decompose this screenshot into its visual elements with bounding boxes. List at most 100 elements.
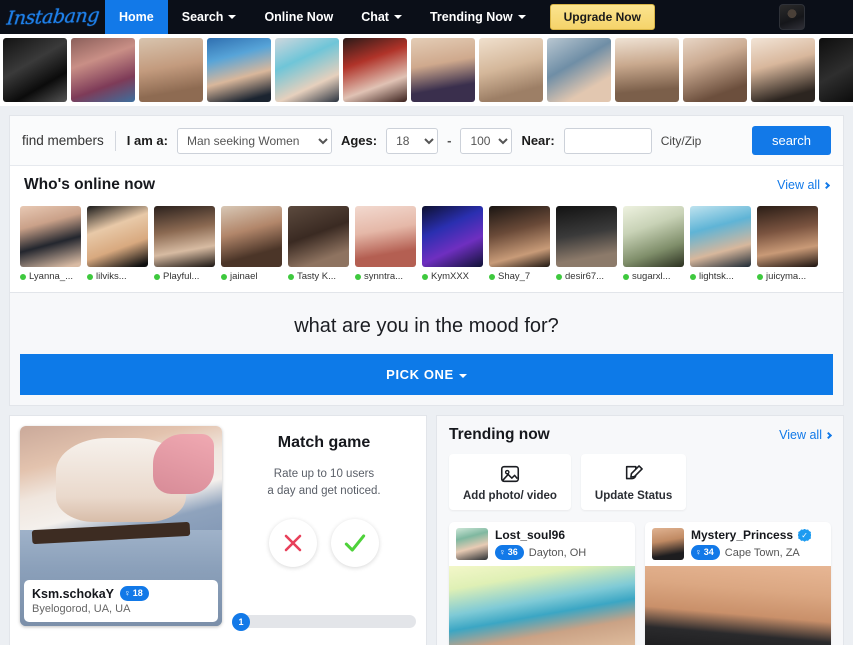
online-user-photo[interactable] xyxy=(623,206,684,267)
nav-menu: Home Search Online Now Chat Trending Now xyxy=(105,0,540,34)
online-user-photo[interactable] xyxy=(288,206,349,267)
online-user-photo[interactable] xyxy=(757,206,818,267)
strip-thumbnail[interactable] xyxy=(547,38,611,102)
online-view-all-link[interactable]: View all xyxy=(777,178,831,192)
strip-thumbnail[interactable] xyxy=(819,38,853,102)
online-user-photo[interactable] xyxy=(422,206,483,267)
match-progress-bar[interactable]: 1 xyxy=(232,613,416,631)
update-status-button[interactable]: Update Status xyxy=(580,454,687,510)
online-user-name-row: Shay_7 xyxy=(489,271,550,282)
online-user-cell[interactable]: juicyma... xyxy=(757,206,818,282)
trending-age-badge: ♀ 34 xyxy=(691,545,720,560)
match-profile-location: Byelogorod, UA, UA xyxy=(32,603,131,615)
add-photo-video-label: Add photo/ video xyxy=(463,490,557,502)
online-user-photo[interactable] xyxy=(355,206,416,267)
site-logo[interactable]: Instabang xyxy=(0,0,105,34)
nav-item-home[interactable]: Home xyxy=(105,0,168,34)
online-user-photo[interactable] xyxy=(154,206,215,267)
trending-card-name-row: Lost_soul96 xyxy=(495,528,586,542)
pick-one-label: PICK ONE xyxy=(386,367,454,382)
online-user-cell[interactable]: lilviks... xyxy=(87,206,148,282)
online-user-name-row: Tasty K... xyxy=(288,271,349,282)
match-profile-card[interactable]: Ksm.schokaY ♀ 18 Byelogorod, UA, UA xyxy=(20,426,222,626)
trending-card-meta: ♀ 34 Cape Town, ZA xyxy=(691,545,811,560)
online-user-photo[interactable] xyxy=(87,206,148,267)
user-avatar[interactable] xyxy=(779,4,805,30)
online-user-cell[interactable]: desir67... xyxy=(556,206,617,282)
near-input[interactable] xyxy=(563,127,652,154)
strip-thumbnail[interactable] xyxy=(615,38,679,102)
search-panel: find members I am a: Man seeking WomenWo… xyxy=(9,115,844,293)
strip-thumbnail[interactable] xyxy=(479,38,543,102)
card-image-layer-2 xyxy=(153,434,214,494)
nav-item-online-now[interactable]: Online Now xyxy=(250,0,347,34)
trending-card-info: Lost_soul96 ♀ 36 Dayton, OH xyxy=(495,528,586,560)
seeking-select[interactable]: Man seeking WomenWoman seeking MenMan se… xyxy=(176,127,332,154)
strip-thumbnail[interactable] xyxy=(751,38,815,102)
online-user-name-row: synntra... xyxy=(355,271,416,282)
divider xyxy=(114,130,116,151)
online-user-cell[interactable]: sugarxl... xyxy=(623,206,684,282)
match-game-panel: Ksm.schokaY ♀ 18 Byelogorod, UA, UA Matc… xyxy=(9,415,427,645)
online-status-dot xyxy=(154,273,160,280)
search-button[interactable]: search xyxy=(751,126,831,155)
online-user-cell[interactable]: Playful... xyxy=(154,206,215,282)
online-user-photo[interactable] xyxy=(556,206,617,267)
online-status-dot xyxy=(221,273,227,280)
online-user-name-row: Playful... xyxy=(154,271,215,282)
strip-thumbnail[interactable] xyxy=(139,38,203,102)
match-subtitle-line2: a day and get noticed. xyxy=(267,484,381,497)
online-user-name: sugarxl... xyxy=(632,271,671,282)
trending-card-photo[interactable] xyxy=(645,566,831,645)
chevron-right-icon xyxy=(824,431,833,439)
strip-thumbnail[interactable] xyxy=(411,38,475,102)
nav-item-search[interactable]: Search xyxy=(168,0,251,34)
age-max-select[interactable]: 30406080100 xyxy=(460,127,513,154)
image-icon xyxy=(500,465,519,483)
online-user-photo[interactable] xyxy=(489,206,550,267)
online-user-name: jainael xyxy=(230,271,258,282)
strip-thumbnail[interactable] xyxy=(207,38,271,102)
nav-item-trending-now[interactable]: Trending Now xyxy=(416,0,540,34)
online-user-photo[interactable] xyxy=(690,206,751,267)
trending-card-avatar[interactable] xyxy=(652,528,684,560)
trending-card[interactable]: Lost_soul96 ♀ 36 Dayton, OH xyxy=(449,522,635,645)
online-user-photo[interactable] xyxy=(221,206,282,267)
online-user-cell[interactable]: synntra... xyxy=(355,206,416,282)
strip-thumbnail[interactable] xyxy=(275,38,339,102)
online-user-cell[interactable]: jainael xyxy=(221,206,282,282)
online-user-cell[interactable]: Tasty K... xyxy=(288,206,349,282)
trending-view-all-link[interactable]: View all xyxy=(779,428,833,442)
strip-thumbnail[interactable] xyxy=(3,38,67,102)
online-user-cell[interactable]: Shay_7 xyxy=(489,206,550,282)
bottom-grid: Ksm.schokaY ♀ 18 Byelogorod, UA, UA Matc… xyxy=(9,415,844,645)
online-user-cell[interactable]: Lyanna_... xyxy=(20,206,81,282)
age-min-select[interactable]: 1821253040 xyxy=(386,127,439,154)
strip-thumbnail[interactable] xyxy=(683,38,747,102)
strip-thumbnail[interactable] xyxy=(71,38,135,102)
accept-button[interactable] xyxy=(331,519,379,568)
nav-item-chat[interactable]: Chat xyxy=(347,0,416,34)
upgrade-now-button[interactable]: Upgrade Now xyxy=(549,4,655,30)
match-profile-name-row: Ksm.schokaY ♀ 18 xyxy=(32,586,210,601)
online-user-cell[interactable]: lightsk... xyxy=(690,206,751,282)
strip-thumbnail[interactable] xyxy=(343,38,407,102)
pick-one-button[interactable]: PICK ONE xyxy=(20,354,833,395)
match-age-value: 18 xyxy=(132,588,143,599)
online-user-cell[interactable]: KymXXX xyxy=(422,206,483,282)
add-photo-video-button[interactable]: Add photo/ video xyxy=(449,454,571,510)
nav-item-label: Online Now xyxy=(264,10,334,24)
ages-label: Ages: xyxy=(340,133,378,148)
reject-button[interactable] xyxy=(269,519,317,568)
match-profile-name: Ksm.schokaY xyxy=(32,586,114,601)
online-status-dot xyxy=(556,273,562,280)
trending-card-photo[interactable] xyxy=(449,566,635,645)
trending-card-avatar[interactable] xyxy=(456,528,488,560)
trending-card-name: Lost_soul96 xyxy=(495,528,566,543)
online-user-photo[interactable] xyxy=(20,206,81,267)
trending-card[interactable]: Mystery_Princess ✓ ♀ 34 Cape Town, ZA xyxy=(645,522,831,645)
page-content: find members I am a: Man seeking WomenWo… xyxy=(0,106,853,645)
online-status-dot xyxy=(757,273,763,280)
trending-age-badge: ♀ 36 xyxy=(495,545,524,560)
online-user-name-row: Lyanna_... xyxy=(20,271,81,282)
